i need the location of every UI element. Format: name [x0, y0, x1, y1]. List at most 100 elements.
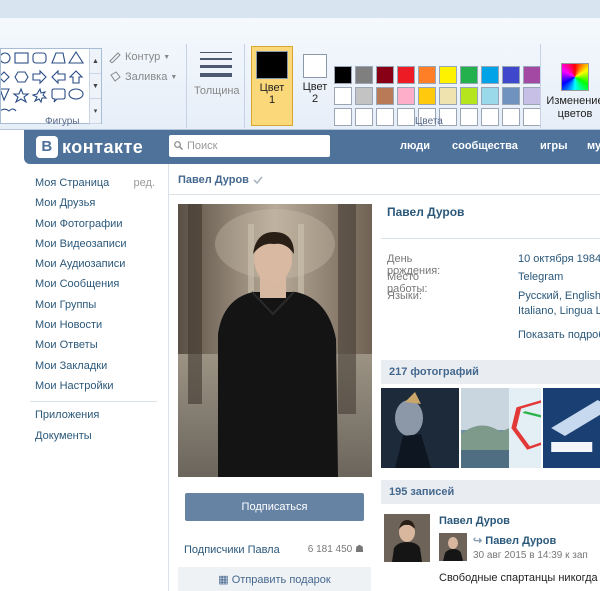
menu-bookmarks[interactable]: Мои Закладки — [35, 359, 159, 379]
color-swatch[interactable] — [397, 66, 415, 84]
nav-music[interactable]: му — [587, 140, 600, 152]
fill-button[interactable]: Заливка ▼ — [108, 71, 177, 83]
scroll-down-icon[interactable]: ▼ — [90, 74, 101, 99]
photo-thumb[interactable] — [381, 388, 459, 468]
change-colors-label: Изменение цветов — [546, 95, 600, 120]
menu-videos[interactable]: Мои Видеозаписи — [35, 237, 159, 257]
subscribers-count-text: 6 181 450 — [307, 544, 353, 555]
nav-games[interactable]: игры — [540, 140, 567, 152]
nav-communities[interactable]: сообщества — [452, 140, 518, 152]
down-arrow-shape-icon — [0, 88, 10, 102]
photo-thumb-image — [543, 388, 600, 468]
color-swatch[interactable] — [355, 66, 373, 84]
menu-audio[interactable]: Мои Аудиозаписи — [35, 257, 159, 277]
menu-photos[interactable]: Мои Фотографии — [35, 217, 159, 237]
color-swatch[interactable] — [376, 108, 394, 126]
color-swatch[interactable] — [376, 87, 394, 105]
posts-block-header[interactable]: 195 записей — [381, 480, 600, 504]
shapes-scrollbar[interactable]: ▲ ▼ ▾ — [89, 49, 101, 125]
color-swatch[interactable] — [481, 66, 499, 84]
color-swatch[interactable] — [397, 87, 415, 105]
photo-thumb[interactable] — [543, 388, 600, 468]
thickness-button[interactable]: Толщина — [194, 48, 240, 120]
page-title-text: Павел Дуров — [178, 174, 249, 186]
divider — [381, 238, 600, 239]
expand-icon[interactable]: ▾ — [90, 99, 101, 124]
color-swatch[interactable] — [460, 108, 478, 126]
color-swatch[interactable] — [460, 87, 478, 105]
color-swatch[interactable] — [481, 87, 499, 105]
menu-messages[interactable]: Мои Сообщения — [35, 277, 159, 297]
nav-people[interactable]: люди — [400, 140, 430, 152]
photo-thumb[interactable] — [509, 388, 541, 468]
color-swatch[interactable] — [502, 108, 520, 126]
chevron-down-icon: ▼ — [163, 53, 171, 61]
color-swatch[interactable] — [376, 66, 394, 84]
subscribers-row[interactable]: Подписчики Павла 6 181 450 ☗ — [184, 544, 364, 556]
color-swatch[interactable] — [334, 66, 352, 84]
birthday-value[interactable]: 10 октября 1984 — [518, 253, 600, 265]
color-swatch[interactable] — [523, 108, 541, 126]
menu-friends[interactable]: Мои Друзья — [35, 196, 159, 216]
profile-photo[interactable] — [178, 204, 372, 477]
avatar — [439, 533, 467, 561]
post-author[interactable]: Павел Дуров — [439, 515, 510, 527]
hexagon-shape-icon — [14, 71, 29, 83]
menu-apps[interactable]: Приложения — [35, 408, 159, 428]
menu-settings[interactable]: Мои Настройки — [35, 379, 159, 399]
change-colors-button[interactable]: Изменение цветов — [545, 63, 600, 121]
color-swatch[interactable] — [418, 87, 436, 105]
rounded-rectangle-shape-icon — [32, 52, 47, 64]
color-swatch[interactable] — [334, 108, 352, 126]
color-swatch[interactable] — [439, 66, 457, 84]
languages-label: Языки: — [387, 290, 422, 302]
color2-num: 2 — [311, 93, 319, 105]
gift-icon: ▦ — [218, 574, 229, 586]
show-details-link[interactable]: Показать подроб — [518, 329, 600, 341]
color-swatch[interactable] — [418, 66, 436, 84]
color1-button[interactable]: Цвет 1 — [251, 46, 293, 126]
color-swatch[interactable] — [355, 108, 373, 126]
post-date[interactable]: 30 авг 2015 в 14:39 к зап — [473, 550, 588, 561]
menu-news[interactable]: Мои Новости — [35, 318, 159, 338]
fill-label: Заливка — [125, 71, 168, 83]
languages-value-2[interactable]: Italiano, Lingua La — [518, 305, 600, 317]
avatar — [384, 514, 430, 562]
repost-author-row[interactable]: ↪ Павел Дуров — [473, 534, 588, 547]
menu-label: Моя Страница — [35, 177, 110, 189]
title-bar — [0, 0, 600, 18]
color-swatch[interactable] — [439, 87, 457, 105]
profile-photo-image — [178, 204, 372, 477]
menu-answers[interactable]: Мои Ответы — [35, 338, 159, 358]
color-swatch[interactable] — [397, 108, 415, 126]
color-swatch[interactable] — [355, 87, 373, 105]
menu-my-page[interactable]: Моя Страница ред. — [35, 176, 159, 196]
color-swatch[interactable] — [502, 87, 520, 105]
color-swatch[interactable] — [481, 108, 499, 126]
shapes-gallery[interactable]: ▲ ▼ ▾ — [0, 48, 102, 125]
shapes-group-label: Фигуры — [45, 116, 80, 127]
work-value[interactable]: Telegram — [518, 271, 563, 283]
languages-value-1[interactable]: Русский, English, — [518, 290, 600, 302]
divider — [186, 44, 187, 128]
search-input[interactable]: Поиск — [169, 135, 330, 157]
color2-button[interactable]: Цвет 2 — [294, 46, 336, 126]
repost-avatar[interactable] — [439, 533, 467, 561]
menu-groups[interactable]: Мои Группы — [35, 298, 159, 318]
color-swatch[interactable] — [523, 66, 541, 84]
post-avatar[interactable] — [384, 514, 430, 562]
outline-button[interactable]: Контур ▼ — [108, 51, 170, 63]
color-swatch[interactable] — [523, 87, 541, 105]
subscribe-button[interactable]: Подписаться — [185, 493, 364, 521]
edit-link[interactable]: ред. — [134, 176, 155, 190]
send-gift-button[interactable]: ▦ Отправить подарок — [178, 567, 371, 591]
color-swatch[interactable] — [502, 66, 520, 84]
repost-author: Павел Дуров — [485, 535, 557, 547]
color-swatch[interactable] — [334, 87, 352, 105]
search-icon — [174, 141, 183, 150]
photos-block-header[interactable]: 217 фотографий — [381, 360, 600, 384]
color-swatch[interactable] — [460, 66, 478, 84]
vk-logo[interactable]: В контакте — [36, 136, 143, 158]
menu-documents[interactable]: Документы — [35, 429, 159, 449]
scroll-up-icon[interactable]: ▲ — [90, 49, 101, 74]
